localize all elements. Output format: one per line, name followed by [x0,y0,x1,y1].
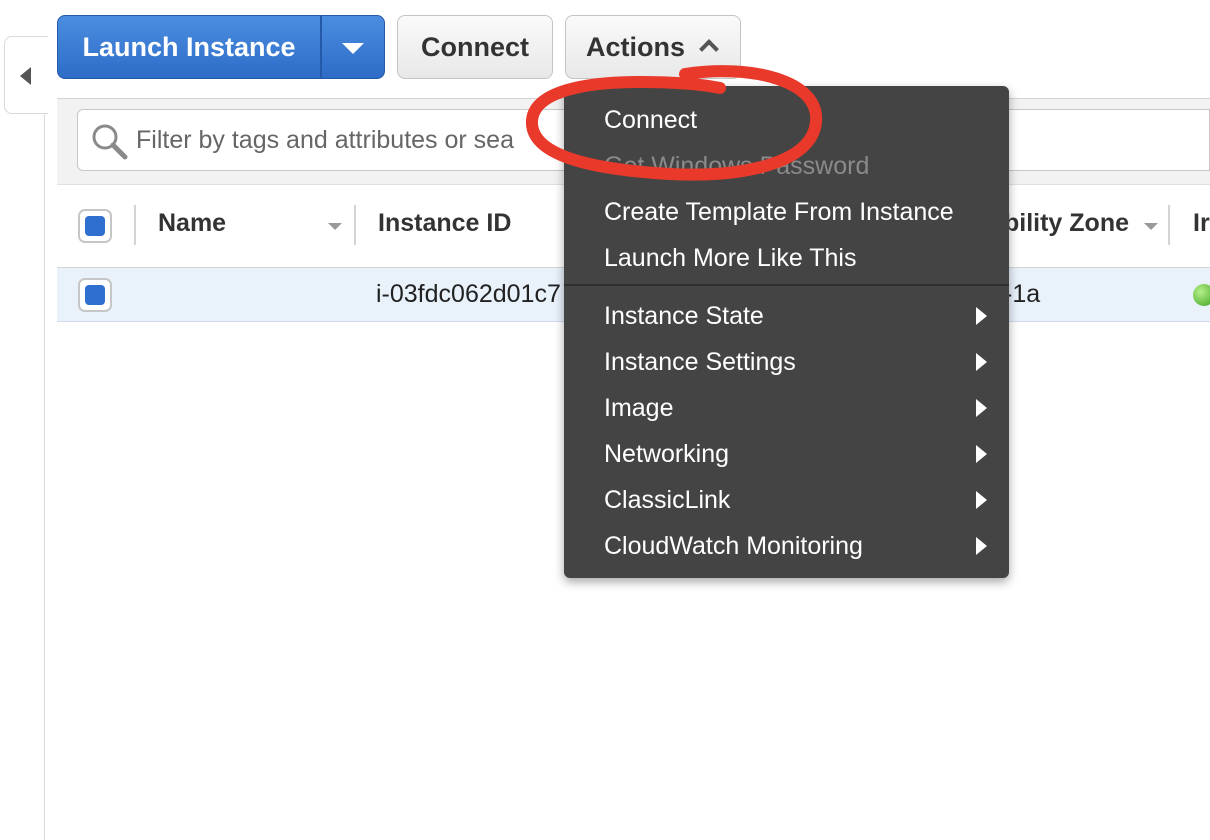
submenu-instance-state[interactable]: Instance State [604,302,764,331]
chevron-right-icon [976,353,987,371]
chevron-right-icon [976,307,987,325]
collapse-left-icon [20,67,31,85]
actions-menu: Connect Get Windows Password Create Temp… [564,86,1009,578]
launch-instance-label: Launch Instance [82,31,296,62]
sort-caret-icon[interactable] [1144,223,1158,230]
actions-label: Actions [586,31,686,62]
search-icon [92,124,128,160]
status-running-icon [1193,284,1210,306]
column-header-availability-zone[interactable]: bility Zone [1004,209,1129,238]
connect-button[interactable]: Connect [397,15,553,79]
menu-item-connect[interactable]: Connect [604,106,697,135]
connect-label: Connect [421,31,529,62]
select-all-checkbox[interactable] [78,209,112,243]
submenu-classiclink[interactable]: ClassicLink [604,486,730,515]
chevron-right-icon [976,537,987,555]
submenu-image[interactable]: Image [604,394,673,423]
sidebar-border [44,114,45,840]
column-header-instance-id[interactable]: Instance ID [378,209,511,238]
submenu-cloudwatch-monitoring[interactable]: CloudWatch Monitoring [604,532,863,561]
column-header-name[interactable]: Name [158,209,226,238]
menu-item-get-windows-password: Get Windows Password [604,152,870,180]
chevron-up-icon [699,39,719,59]
sort-caret-icon[interactable] [328,223,342,230]
chevron-right-icon [976,399,987,417]
menu-divider [564,284,1009,286]
menu-item-launch-more-like-this[interactable]: Launch More Like This [604,244,856,273]
menu-item-create-template[interactable]: Create Template From Instance [604,198,954,227]
submenu-instance-settings[interactable]: Instance Settings [604,348,796,377]
split-divider [320,16,322,78]
chevron-right-icon [976,445,987,463]
column-divider [1168,205,1170,245]
chevron-right-icon [976,491,987,509]
sidebar-toggle[interactable] [4,36,48,114]
actions-button[interactable]: Actions [565,15,741,79]
launch-instance-button[interactable]: Launch Instance [57,15,385,79]
filter-placeholder: Filter by tags and attributes or sea [136,126,514,154]
column-divider [354,205,356,245]
column-divider [134,205,136,245]
chevron-down-icon[interactable] [342,43,364,54]
row-checkbox[interactable] [78,278,112,312]
cell-instance-id: i-03fdc062d01c7 [376,280,561,308]
ec2-console: Launch Instance Connect Actions Filter b… [0,0,1210,840]
cell-availability-zone: -1a [1004,280,1041,308]
column-header-instance-state[interactable]: Ir [1193,209,1210,238]
submenu-networking[interactable]: Networking [604,440,729,469]
